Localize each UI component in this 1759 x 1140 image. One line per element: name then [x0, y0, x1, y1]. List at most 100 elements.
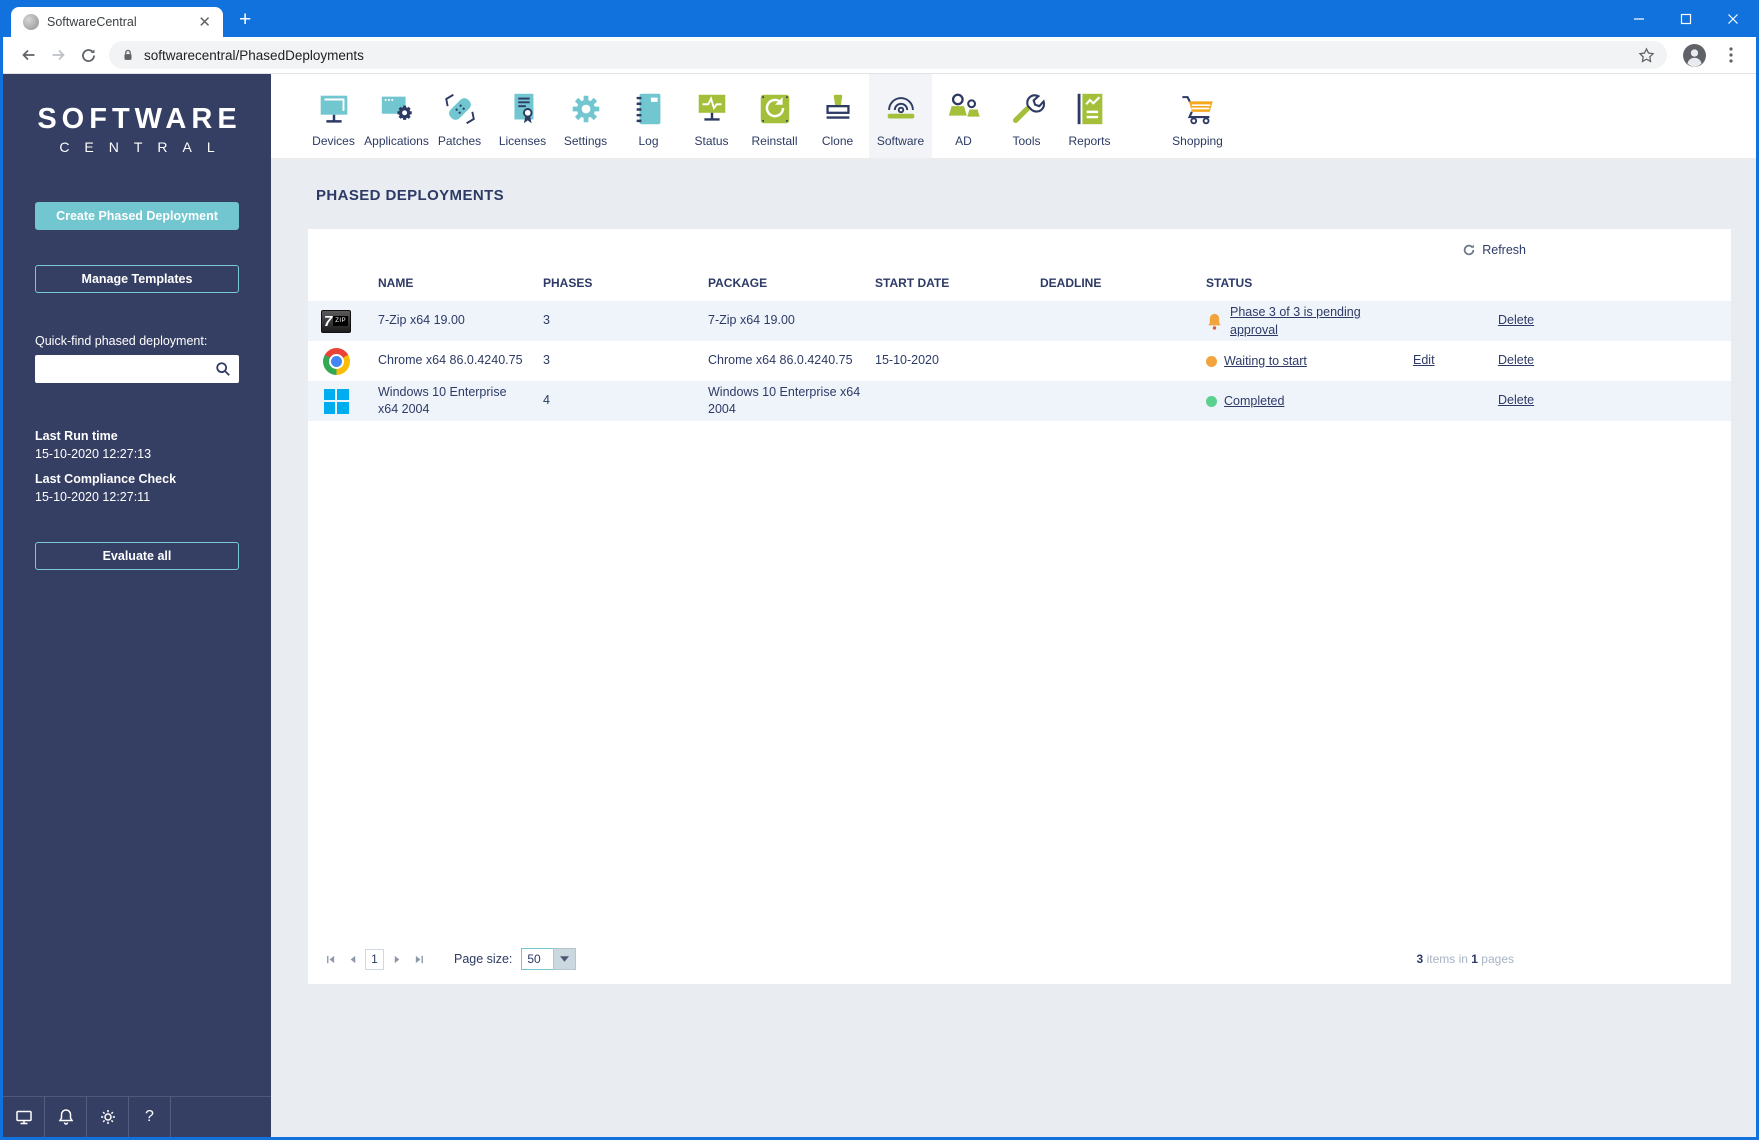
evaluate-all-button[interactable]: Evaluate all: [35, 542, 239, 570]
page-size-dropdown-button[interactable]: [553, 948, 577, 970]
nav-label: AD: [955, 133, 972, 148]
last-run-value: 15-10-2020 12:27:13: [35, 447, 152, 461]
nav-item-ad[interactable]: AD: [932, 74, 995, 158]
row-phases: 3: [543, 313, 550, 328]
row-start-date: 15-10-2020: [875, 353, 939, 368]
nav-item-status[interactable]: Status: [680, 74, 743, 158]
nav-label: Log: [638, 133, 659, 148]
col-status: STATUS: [1206, 275, 1253, 290]
row-name: Chrome x64 86.0.4240.75: [378, 353, 523, 368]
table-row: 7 ZIP 7-Zip x64 19.00 3 7-Zip x64 19.00 Phase…: [308, 301, 1731, 341]
nav-label: Clone: [821, 133, 854, 148]
nav-gap: [1121, 74, 1166, 158]
help-icon[interactable]: ?: [129, 1097, 171, 1137]
nav-item-reinstall[interactable]: Reinstall: [743, 74, 806, 158]
maximize-button[interactable]: [1662, 0, 1709, 37]
nav-item-reports[interactable]: Reports: [1058, 74, 1121, 158]
row-status: Phase 3 of 3 is pending approval: [1206, 303, 1413, 339]
status-times: Last Run time 15-10-2020 12:27:13 Last C…: [35, 429, 239, 515]
nav-item-licenses[interactable]: Licenses: [491, 74, 554, 158]
page-size-label: Page size:: [454, 952, 513, 966]
row-status: Completed: [1206, 392, 1413, 410]
menu-kebab-icon[interactable]: [1716, 40, 1746, 70]
profile-avatar[interactable]: [1682, 43, 1707, 68]
last-compliance-label: Last Compliance Check: [35, 472, 177, 486]
quickfind-label: Quick-find phased deployment:: [35, 334, 208, 348]
nav-item-settings[interactable]: Settings: [554, 74, 617, 158]
top-nav: Devices Applications Patches Licenses Settin…: [271, 74, 1756, 159]
edit-link[interactable]: Edit: [1413, 353, 1435, 367]
logo-line1: SOFTWARE: [37, 103, 242, 135]
table-row: Chrome x64 86.0.4240.75 3 Chrome x64 86.0.…: [308, 341, 1731, 381]
notifications-bell-icon[interactable]: [45, 1097, 87, 1137]
row-name: 7-Zip x64 19.00: [378, 313, 465, 328]
refresh-button[interactable]: Refresh: [1462, 243, 1526, 257]
last-page-button[interactable]: [410, 950, 428, 968]
minimize-button[interactable]: [1615, 0, 1662, 37]
status-link[interactable]: Completed: [1224, 392, 1284, 410]
logo-line2: CENTRAL: [59, 139, 230, 155]
status-link[interactable]: Waiting to start: [1224, 352, 1307, 370]
content: PHASED DEPLOYMENTS Refresh NAME PHASES P…: [271, 159, 1756, 1137]
table-row: Windows 10 Enterprise x64 2004 4 Windows 1…: [308, 381, 1731, 421]
settings-gear-icon[interactable]: [87, 1097, 129, 1137]
col-phases: PHASES: [543, 275, 593, 290]
bookmark-star-icon[interactable]: [1638, 46, 1655, 64]
quickfind-input[interactable]: [35, 355, 239, 383]
shopping-icon: [1176, 89, 1220, 129]
reports-icon: [1068, 89, 1112, 129]
new-tab-button[interactable]: +: [239, 9, 251, 30]
nav-item-patches[interactable]: Patches: [428, 74, 491, 158]
create-phased-deployment-button[interactable]: Create Phased Deployment: [35, 202, 239, 230]
patches-icon: [438, 89, 482, 129]
url-text[interactable]: softwarecentral/PhasedDeployments: [144, 48, 1638, 63]
nav-label: Licenses: [498, 133, 547, 148]
search-icon[interactable]: [215, 361, 231, 382]
row-name: Windows 10 Enterprise x64 2004: [378, 384, 507, 417]
reload-icon[interactable]: [73, 40, 103, 70]
delete-link[interactable]: Delete: [1498, 313, 1534, 327]
nav-label: Patches: [437, 133, 482, 148]
tab-close-icon[interactable]: ✕: [194, 13, 215, 31]
manage-templates-button[interactable]: Manage Templates: [35, 265, 239, 293]
software-icon: [879, 89, 923, 129]
close-button[interactable]: [1709, 0, 1756, 37]
nav-item-software[interactable]: Software: [869, 74, 932, 158]
row-package: Windows 10 Enterprise x64 2004: [708, 384, 861, 417]
app-logo: SOFTWARE CENTRAL: [3, 103, 271, 155]
pager: 1: [321, 948, 428, 970]
nav-item-tools[interactable]: Tools: [995, 74, 1058, 158]
remote-desktop-icon[interactable]: [3, 1097, 45, 1137]
windows-icon: [308, 388, 378, 414]
main-area: Devices Applications Patches Licenses Settin…: [271, 74, 1756, 1137]
nav-item-applications[interactable]: Applications: [364, 74, 429, 158]
nav-item-clone[interactable]: Clone: [806, 74, 869, 158]
window-controls: [1615, 0, 1756, 37]
col-package: PACKAGE: [708, 275, 768, 290]
prev-page-button[interactable]: [343, 950, 361, 968]
nav-item-devices[interactable]: Devices: [302, 74, 365, 158]
sidebar: SOFTWARE CENTRAL Create Phased Deploymen…: [3, 74, 271, 1137]
nav-item-shopping[interactable]: Shopping: [1166, 74, 1229, 158]
status-link[interactable]: Phase 3 of 3 is pending approval: [1230, 303, 1395, 339]
delete-link[interactable]: Delete: [1498, 393, 1534, 407]
first-page-button[interactable]: [321, 950, 339, 968]
sevenzip-icon: 7 ZIP: [308, 309, 378, 333]
status-icon: [690, 89, 734, 129]
address-bar[interactable]: softwarecentral/PhasedDeployments: [109, 41, 1667, 69]
nav-item-log[interactable]: Log: [617, 74, 680, 158]
current-page[interactable]: 1: [365, 948, 384, 970]
dot-green-icon: [1206, 395, 1217, 407]
nav-label: Settings: [563, 133, 608, 148]
dot-orange-icon: [1206, 355, 1217, 367]
row-package: 7-Zip x64 19.00: [708, 313, 795, 328]
back-icon[interactable]: [13, 40, 43, 70]
page-size-input[interactable]: [521, 948, 554, 970]
pagination-summary: 3 items in 1 pages: [1416, 952, 1514, 966]
delete-link[interactable]: Delete: [1498, 353, 1534, 367]
browser-tab[interactable]: SoftwareCentral ✕: [11, 7, 223, 37]
forward-icon[interactable]: [43, 40, 73, 70]
table-header: NAME PHASES PACKAGE START DATE DEADLINE …: [308, 265, 1731, 301]
pagination: 1 Page size: 50 3 items in 1 pages: [308, 948, 1731, 984]
next-page-button[interactable]: [388, 950, 406, 968]
